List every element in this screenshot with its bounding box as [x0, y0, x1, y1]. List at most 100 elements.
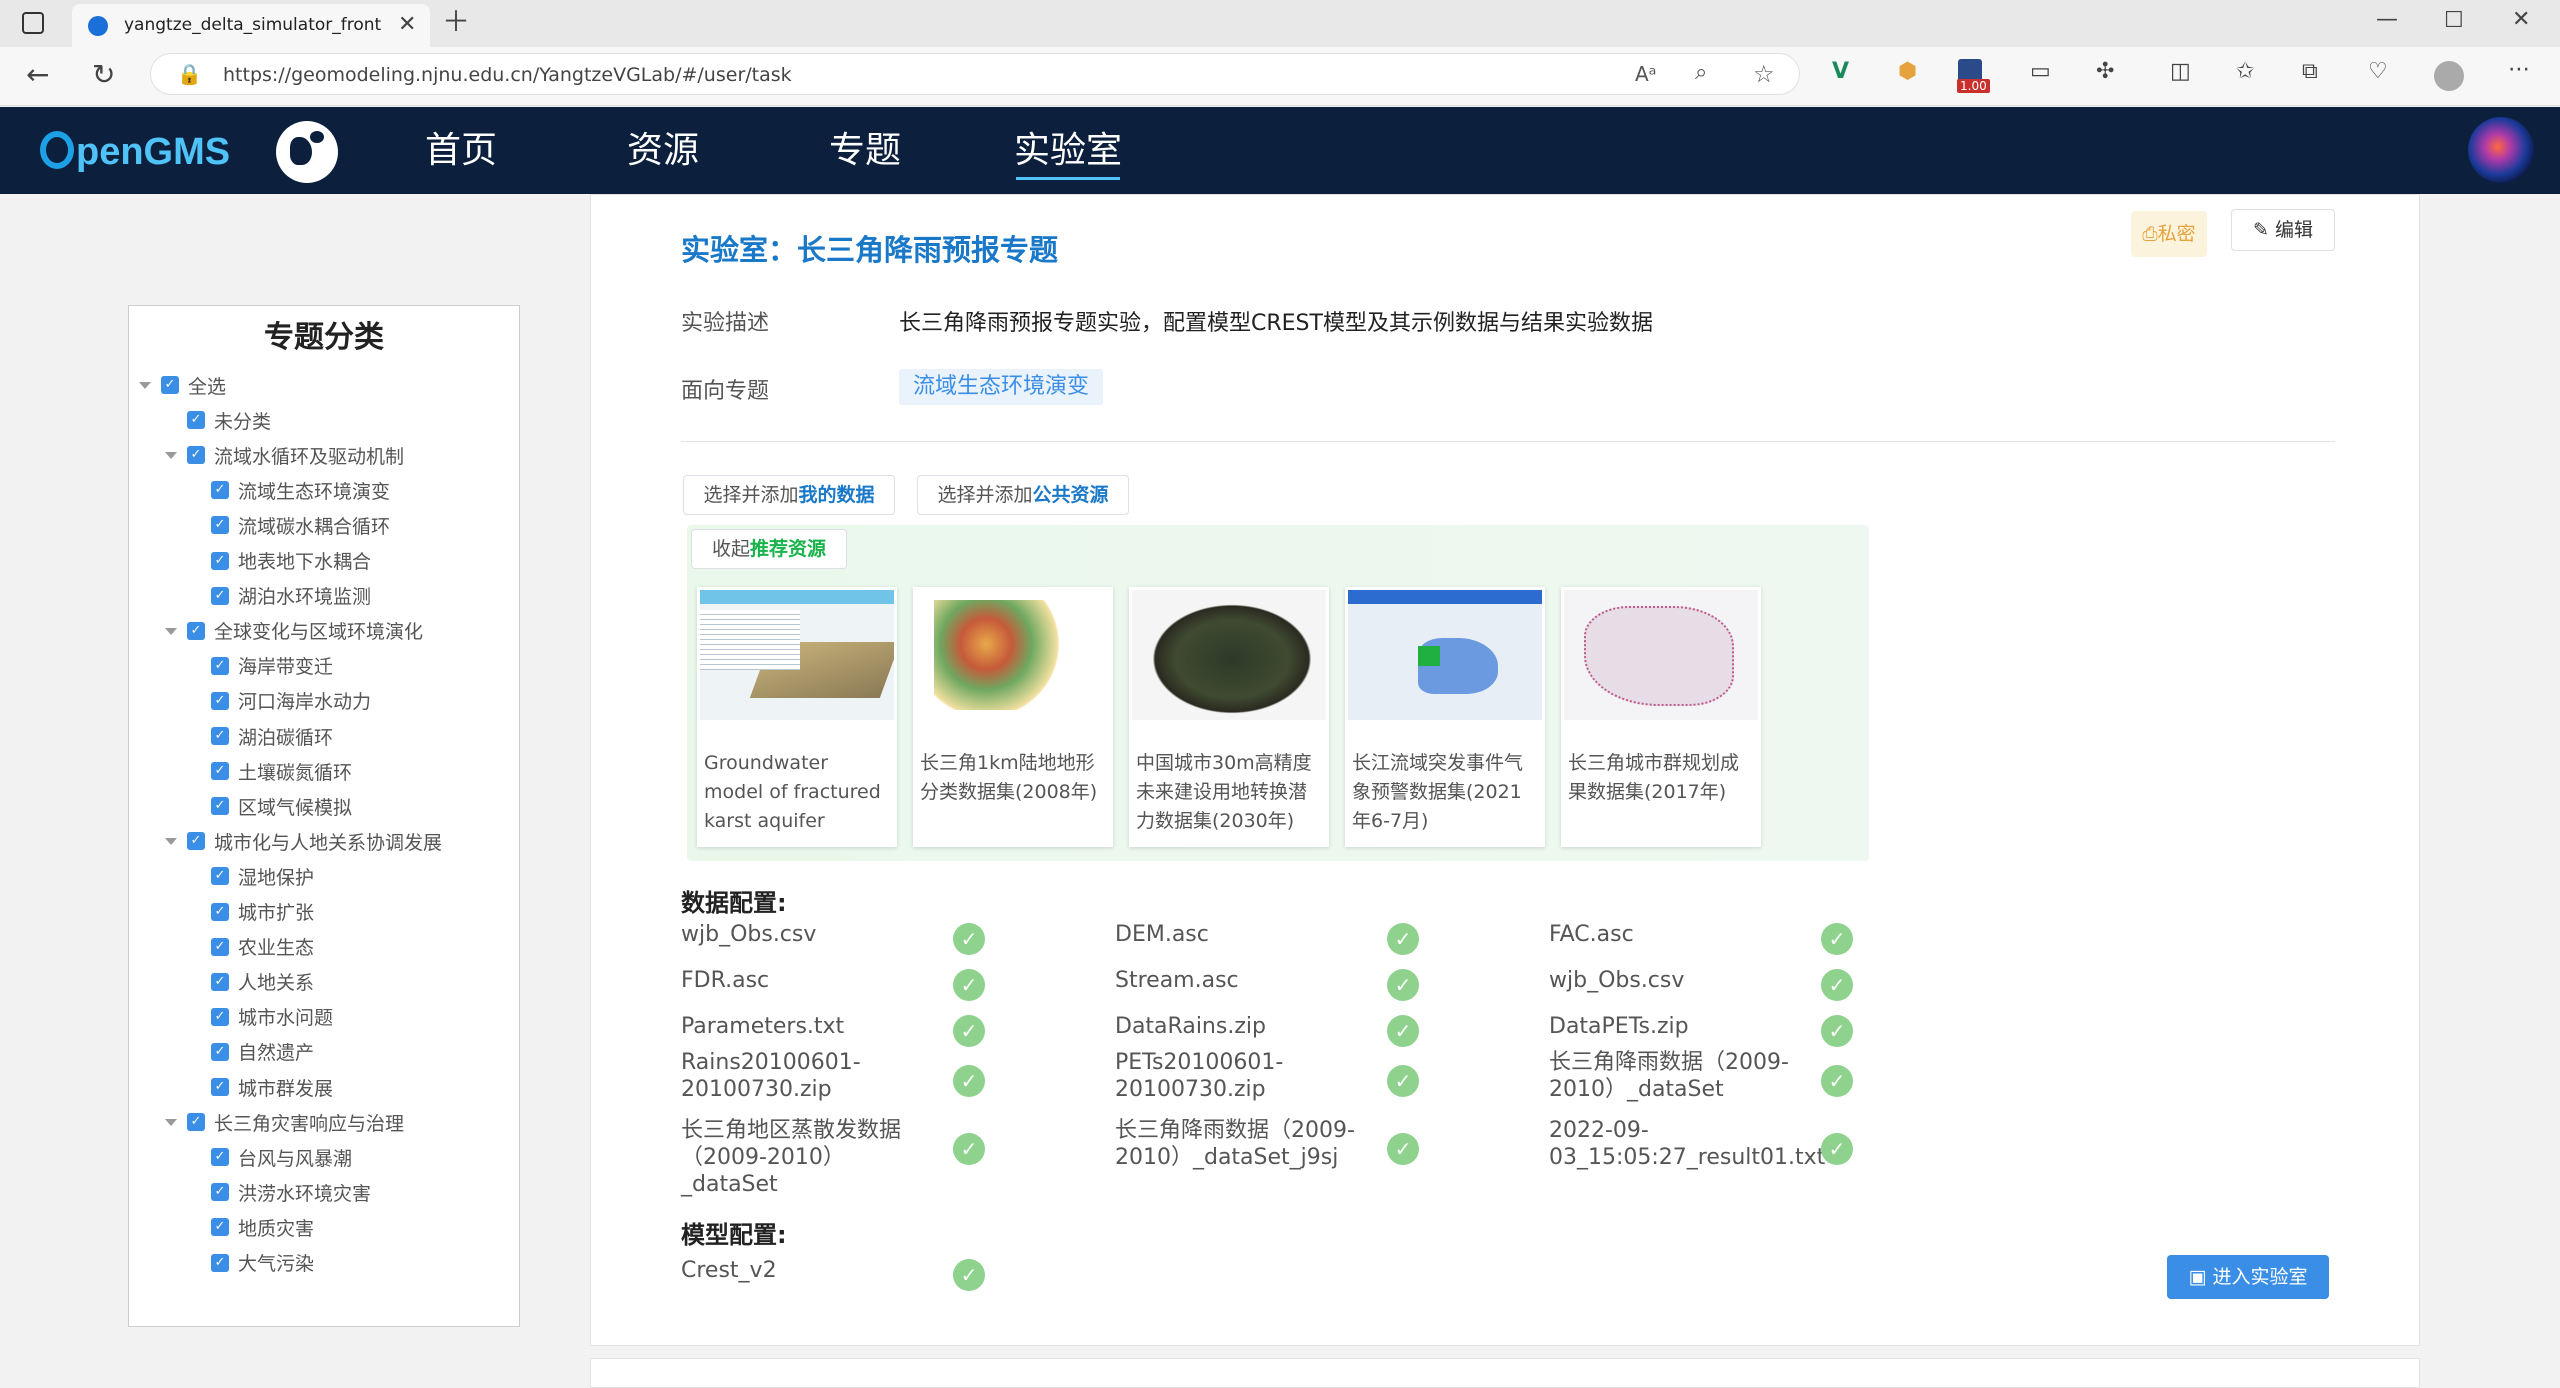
check-icon: ✓	[1821, 1065, 1853, 1097]
back-icon[interactable]: ←	[26, 61, 49, 89]
edit-button[interactable]: ✎ 编辑	[2231, 209, 2335, 251]
expand-caret-icon[interactable]	[165, 1119, 177, 1127]
read-aloud-icon[interactable]: Aᵃ	[1635, 62, 1657, 86]
nav-resources[interactable]: 资源	[608, 107, 718, 194]
tree-item[interactable]: ✓ 自然遗产	[211, 1037, 314, 1067]
add-public-resource-button[interactable]: 选择并添加公共资源	[917, 475, 1129, 515]
tree-item[interactable]: ✓ 流域生态环境演变	[211, 475, 390, 505]
checkbox-checked-icon[interactable]: ✓	[211, 1183, 229, 1202]
page-icon[interactable]: ▭	[2030, 61, 2051, 83]
tree-item[interactable]: ✓ 台风与风暴潮	[211, 1142, 352, 1172]
checkbox-checked-icon[interactable]: ✓	[187, 446, 205, 465]
tree-item[interactable]: ✓ 流域碳水耦合循环	[211, 510, 390, 540]
checkbox-checked-icon[interactable]: ✓	[211, 1218, 229, 1237]
extensions-puzzle-icon[interactable]: ✣	[2096, 61, 2114, 83]
checkbox-checked-icon[interactable]: ✓	[211, 1253, 229, 1272]
tree-item[interactable]: ✓ 流域水循环及驱动机制	[165, 440, 404, 470]
checkbox-checked-icon[interactable]: ✓	[187, 621, 205, 640]
close-window-icon[interactable]: ✕	[2512, 9, 2530, 31]
expand-caret-icon[interactable]	[165, 627, 177, 635]
expand-caret-icon[interactable]	[165, 838, 177, 846]
url-field[interactable]: 🔒 https://geomodeling.njnu.edu.cn/Yangtz…	[150, 53, 1800, 95]
tree-item[interactable]: ✓ 湿地保护	[211, 861, 314, 891]
tree-item[interactable]: ✓ 洪涝水环境灾害	[211, 1177, 371, 1207]
tree-item[interactable]: ✓ 人地关系	[211, 967, 314, 997]
checkbox-checked-icon[interactable]: ✓	[161, 376, 179, 394]
checkbox-checked-icon[interactable]: ✓	[211, 481, 229, 500]
performance-icon[interactable]: ♡	[2368, 61, 2388, 83]
checkbox-checked-icon[interactable]: ✓	[211, 551, 229, 570]
checkbox-checked-icon[interactable]: ✓	[211, 937, 229, 956]
checkbox-checked-icon[interactable]: ✓	[211, 867, 229, 886]
checkbox-checked-icon[interactable]: ✓	[211, 1042, 229, 1061]
tree-item[interactable]: ✓ 城市化与人地关系协调发展	[165, 826, 442, 856]
opengms-logo[interactable]: penGMS	[36, 121, 246, 181]
card-thumbnail	[700, 590, 894, 720]
extension-v-icon[interactable]: V	[1832, 61, 1849, 83]
favorite-star-icon[interactable]: ☆	[1753, 60, 1775, 88]
checkbox-checked-icon[interactable]: ✓	[211, 972, 229, 991]
tree-item[interactable]: ✓ 湖泊碳循环	[211, 721, 333, 751]
checkbox-checked-icon[interactable]: ✓	[211, 1148, 229, 1167]
zoom-icon[interactable]: ⌕	[1695, 60, 1707, 85]
tree-item[interactable]: ✓ 海岸带变迁	[211, 651, 333, 681]
checkbox-checked-icon[interactable]: ✓	[211, 797, 229, 816]
resource-card[interactable]: Groundwater model of fractured karst aqu…	[697, 587, 897, 847]
close-tab-icon[interactable]: ✕	[398, 12, 416, 37]
checkbox-checked-icon[interactable]: ✓	[211, 762, 229, 781]
user-avatar[interactable]	[2468, 117, 2534, 183]
expand-caret-icon[interactable]	[165, 452, 177, 460]
checkbox-checked-icon[interactable]: ✓	[211, 656, 229, 675]
checkbox-checked-icon[interactable]: ✓	[211, 1007, 229, 1026]
nav-lab[interactable]: 实验室	[1012, 107, 1124, 194]
topic-tag[interactable]: 流域生态环境演变	[899, 369, 1104, 405]
profile-avatar[interactable]	[2434, 61, 2464, 91]
resource-card[interactable]: 长三角城市群规划成果数据集(2017年)	[1561, 587, 1761, 847]
tree-item[interactable]: ✓ 城市群发展	[211, 1072, 333, 1102]
enter-lab-button[interactable]: ▣ 进入实验室	[2167, 1255, 2329, 1299]
nav-topics[interactable]: 专题	[810, 107, 920, 194]
split-screen-icon[interactable]: ◫	[2170, 61, 2191, 83]
browser-tab[interactable]: yangtze_delta_simulator_front ✕	[72, 4, 430, 47]
tab-actions-icon[interactable]	[22, 12, 44, 34]
tree-item[interactable]: ✓ 土壤碳氮循环	[211, 756, 352, 786]
tree-item[interactable]: ✓ 城市水问题	[211, 1002, 333, 1032]
tree-item[interactable]: ✓ 未分类	[187, 405, 271, 435]
checkbox-checked-icon[interactable]: ✓	[187, 832, 205, 851]
collapse-recommended-button[interactable]: 收起推荐资源	[691, 529, 847, 569]
checkbox-checked-icon[interactable]: ✓	[211, 727, 229, 745]
add-my-data-button[interactable]: 选择并添加我的数据	[683, 475, 895, 515]
checkbox-checked-icon[interactable]: ✓	[211, 516, 229, 535]
nav-home[interactable]: 首页	[406, 107, 516, 194]
tree-item[interactable]: ✓ 区域气候模拟	[211, 791, 352, 821]
tree-item[interactable]: ✓ 长三角灾害响应与治理	[165, 1107, 404, 1137]
checkbox-checked-icon[interactable]: ✓	[211, 691, 229, 710]
tree-item[interactable]: ✓ 大气污染	[211, 1248, 314, 1278]
tree-item[interactable]: ✓ 河口海岸水动力	[211, 686, 371, 716]
tree-item[interactable]: ✓ 城市扩张	[211, 897, 314, 927]
tree-item[interactable]: ✓ 全选	[139, 370, 226, 400]
expand-caret-icon[interactable]	[139, 382, 151, 389]
private-badge[interactable]: ⎙私密	[2131, 211, 2207, 257]
more-menu-icon[interactable]: ⋯	[2508, 59, 2530, 81]
checkbox-checked-icon[interactable]: ✓	[187, 1113, 205, 1132]
tree-item[interactable]: ✓ 地表地下水耦合	[211, 546, 371, 576]
tree-item[interactable]: ✓ 地质灾害	[211, 1212, 314, 1242]
checkbox-checked-icon[interactable]: ✓	[187, 411, 205, 430]
resource-card[interactable]: 长三角1km陆地地形分类数据集(2008年)	[913, 587, 1113, 847]
checkbox-checked-icon[interactable]: ✓	[211, 1078, 229, 1096]
tree-item[interactable]: ✓ 湖泊水环境监测	[211, 581, 371, 611]
new-tab-icon[interactable]: ＋	[442, 8, 470, 36]
collections-icon[interactable]: ⧉	[2302, 61, 2318, 83]
resource-card[interactable]: 长江流域突发事件气象预警数据集(2021年6-7月)	[1345, 587, 1545, 847]
resource-card[interactable]: 中国城市30m高精度未来建设用地转换潜力数据集(2030年)	[1129, 587, 1329, 847]
tree-item[interactable]: ✓ 全球变化与区域环境演化	[165, 616, 423, 646]
tree-item[interactable]: ✓ 农业生态	[211, 932, 314, 962]
minimize-icon[interactable]: —	[2376, 9, 2398, 31]
refresh-icon[interactable]: ↻	[92, 61, 115, 89]
extension-shield-icon[interactable]: ⬢	[1898, 61, 1917, 83]
checkbox-checked-icon[interactable]: ✓	[211, 586, 229, 605]
favorites-icon[interactable]: ✩	[2236, 61, 2254, 83]
checkbox-checked-icon[interactable]: ✓	[211, 902, 229, 921]
maximize-icon[interactable]: ☐	[2444, 10, 2464, 32]
